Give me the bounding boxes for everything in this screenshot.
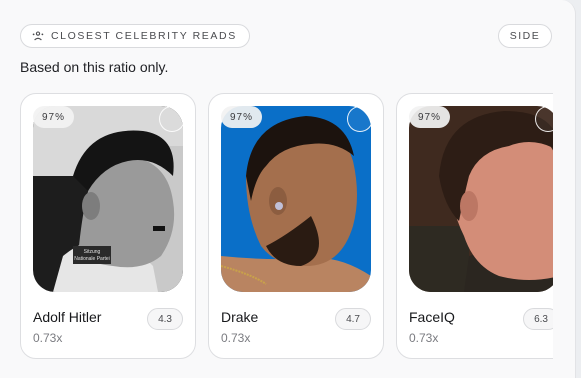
celebrity-photo-2 — [221, 106, 371, 292]
celebrity-reads-panel: CLOSEST CELEBRITY READS SIDE Based on th… — [0, 0, 576, 378]
celebrity-name: Drake — [221, 309, 259, 325]
match-badge: 97% — [221, 106, 263, 128]
celebrity-card-2[interactable]: 97% Drake 0.73x 4.7 — [208, 93, 384, 359]
section-title-pill: CLOSEST CELEBRITY READS — [20, 24, 250, 48]
photo-caption-line-1: Sitzung — [84, 249, 101, 255]
match-badge: 97% — [33, 106, 75, 128]
celebrity-card-1[interactable]: Sitzung Nationale Partei 97% Adolf Hitle… — [20, 93, 196, 359]
match-badge: 97% — [409, 106, 451, 128]
select-circle-icon[interactable] — [159, 106, 185, 132]
celebrity-ratio: 0.73x — [221, 331, 251, 345]
score-badge: 4.7 — [335, 308, 371, 330]
celebrity-ratio: 0.73x — [33, 331, 63, 345]
celebrity-photo-1: Sitzung Nationale Partei — [33, 106, 183, 292]
section-title: CLOSEST CELEBRITY READS — [51, 30, 237, 42]
celebrity-name: Adolf Hitler — [33, 309, 102, 325]
celebrity-card-3[interactable]: 97% FaceIQ 0.73x 6.3 — [396, 93, 553, 359]
celebrity-photo-3 — [409, 106, 553, 292]
score-badge: 4.3 — [147, 308, 183, 330]
subtitle: Based on this ratio only. — [20, 59, 169, 75]
people-icon — [31, 29, 45, 43]
celebrity-name: FaceIQ — [409, 309, 455, 325]
score-badge: 6.3 — [523, 308, 553, 330]
select-circle-icon[interactable] — [347, 106, 373, 132]
photo-caption-line-2: Nationale Partei — [74, 256, 110, 262]
celebrity-card-list[interactable]: Sitzung Nationale Partei 97% Adolf Hitle… — [20, 93, 553, 363]
celebrity-ratio: 0.73x — [409, 331, 439, 345]
side-view-button[interactable]: SIDE — [498, 24, 552, 48]
